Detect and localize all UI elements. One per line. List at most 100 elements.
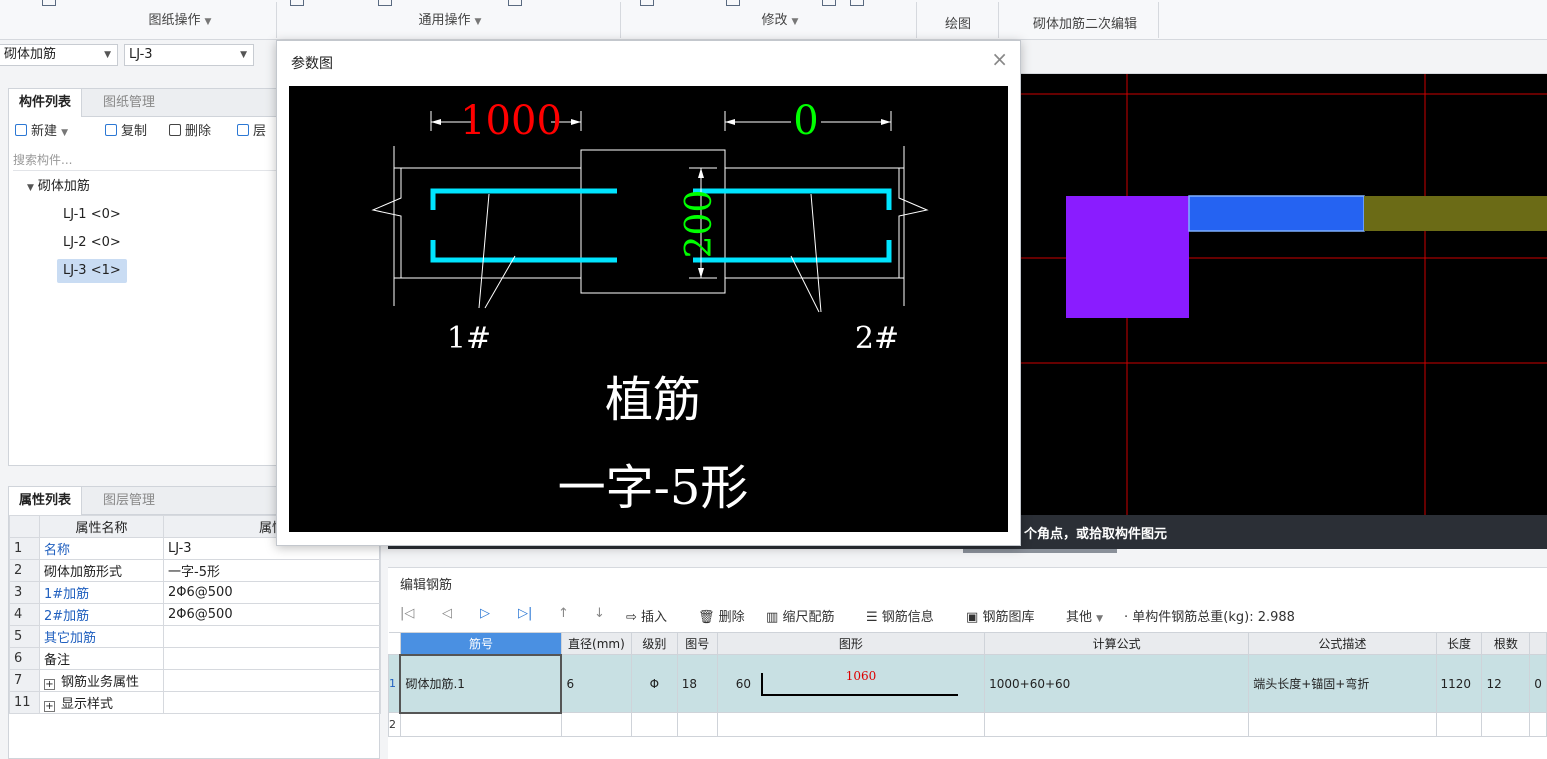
insert-button[interactable]: ⇨ 插入 xyxy=(626,606,667,625)
dialog-title: 参数图 xyxy=(291,56,333,72)
cell-diameter[interactable]: 6 xyxy=(560,654,632,713)
row-number: 11 xyxy=(9,691,40,714)
expand-icon[interactable]: + xyxy=(44,679,55,690)
rebar-library-button[interactable]: ▣ 钢筋图库 xyxy=(966,606,1034,625)
ribbon-group-general-ops[interactable]: 通用操作 ▼ xyxy=(350,10,550,32)
tab-component-list[interactable]: 构件列表 xyxy=(9,89,83,117)
rebar-line xyxy=(693,188,892,210)
tab-drawing-management[interactable]: 图纸管理 xyxy=(93,89,165,117)
table-row[interactable]: 2 砌体加筋形式 一字-5形 xyxy=(9,559,381,582)
next-record-button[interactable]: ▷ xyxy=(480,606,490,621)
table-row[interactable]: 3 1#加筋 2Φ6@500 xyxy=(9,581,381,604)
tool-icon[interactable] xyxy=(850,0,864,6)
splitter-handle[interactable] xyxy=(963,549,1117,553)
other-menu-button[interactable]: 其他 ▼ xyxy=(1066,606,1103,625)
table-row[interactable]: 7 + 钢筋业务属性 xyxy=(9,669,381,692)
cell-formula-desc[interactable]: 端头长度+锚固+弯折 xyxy=(1248,654,1437,713)
cell-extra[interactable]: 0 xyxy=(1529,654,1547,713)
property-value[interactable]: 2Φ6@500 xyxy=(163,581,381,604)
first-record-button[interactable]: |◁ xyxy=(400,606,414,621)
table-row[interactable]: 1 砌体加筋.1 6 Φ 18 60 1060 1000+60+60 端头长度+… xyxy=(388,653,1547,714)
ribbon-group-drawing-ops[interactable]: 图纸操作 ▼ xyxy=(80,10,280,32)
property-name[interactable]: + 钢筋业务属性 xyxy=(39,669,164,692)
type-select[interactable]: 砌体加筋 ▼ xyxy=(0,44,118,66)
ribbon-group-modify[interactable]: 修改 ▼ xyxy=(680,10,880,32)
cell-diameter[interactable] xyxy=(560,712,632,737)
cell-count[interactable]: 12 xyxy=(1481,654,1531,713)
cell-grade[interactable]: Φ xyxy=(630,654,678,713)
cell-count[interactable] xyxy=(1481,712,1531,737)
divider xyxy=(276,2,277,38)
leader-line xyxy=(810,193,822,313)
column-element[interactable] xyxy=(1066,196,1189,318)
cell-shape-no[interactable] xyxy=(676,712,718,737)
move-up-button[interactable]: ↑ xyxy=(558,606,569,621)
cell-bar-no[interactable]: 砌体加筋.1 xyxy=(399,653,563,714)
new-button[interactable]: 新建 ▼ xyxy=(15,123,68,141)
tool-icon[interactable] xyxy=(378,0,392,6)
prev-record-button[interactable]: ◁ xyxy=(442,606,452,621)
divider xyxy=(1158,2,1159,38)
property-value[interactable] xyxy=(163,625,381,648)
tool-icon[interactable] xyxy=(508,0,522,6)
layer-copy-button[interactable]: 层 xyxy=(237,123,266,141)
ribbon-group-secondary-edit[interactable]: 砌体加筋二次编辑 xyxy=(1010,14,1160,36)
table-row[interactable]: 5 其它加筋 xyxy=(9,625,381,648)
property-name[interactable]: + 显示样式 xyxy=(39,691,164,714)
cell-shape[interactable] xyxy=(716,712,986,737)
tab-layer-management[interactable]: 图层管理 xyxy=(93,487,165,515)
cell-grade[interactable] xyxy=(630,712,678,737)
component-select[interactable]: LJ-3 ▼ xyxy=(124,44,254,66)
tree-item-lj2[interactable]: LJ-2 <0> xyxy=(63,231,121,255)
tab-property-list[interactable]: 属性列表 xyxy=(9,487,83,515)
expand-icon[interactable]: + xyxy=(44,701,55,712)
cell-shape[interactable]: 60 1060 xyxy=(716,654,986,713)
scale-rebar-button[interactable]: ▥ 缩尺配筋 xyxy=(766,606,834,625)
row-number: 6 xyxy=(9,647,40,670)
property-value[interactable] xyxy=(163,647,381,670)
cell-shape-no[interactable]: 18 xyxy=(676,654,718,713)
cell-extra[interactable] xyxy=(1529,712,1547,737)
break-symbol xyxy=(898,168,929,278)
parameter-figure-svg: 1000 0 200 1# 2# 植筋 一字-5形 xyxy=(371,98,929,516)
drawing-canvas[interactable] xyxy=(1020,74,1547,515)
property-value[interactable]: 一字-5形 xyxy=(163,559,381,582)
delete-button[interactable]: 删除 xyxy=(169,123,211,141)
rebar-element[interactable] xyxy=(1188,195,1365,232)
cell-formula[interactable]: 1000+60+60 xyxy=(984,654,1250,713)
tree-item-lj3[interactable]: LJ-3 <1> xyxy=(57,259,127,283)
cell-bar-no[interactable] xyxy=(399,712,562,737)
cell-formula[interactable] xyxy=(984,712,1250,737)
copy-button[interactable]: 复制 xyxy=(105,123,147,141)
table-row[interactable]: 4 2#加筋 2Φ6@500 xyxy=(9,603,381,626)
last-record-button[interactable]: ▷| xyxy=(518,606,532,621)
cell-length[interactable] xyxy=(1435,712,1483,737)
tree-item-lj1[interactable]: LJ-1 <0> xyxy=(63,203,121,227)
table-row[interactable]: 11 + 显示样式 xyxy=(9,691,381,714)
tool-icon[interactable] xyxy=(42,0,56,6)
close-icon[interactable]: × xyxy=(991,47,1008,71)
move-down-button[interactable]: ↓ xyxy=(594,606,605,621)
rebar-label-2: 2# xyxy=(855,321,899,356)
property-value[interactable] xyxy=(163,669,381,692)
wall-element[interactable] xyxy=(1364,196,1547,231)
property-value[interactable]: 2Φ6@500 xyxy=(163,603,381,626)
tool-icon[interactable] xyxy=(726,0,740,6)
rebar-info-button[interactable]: ☰ 钢筋信息 xyxy=(866,606,934,625)
ribbon-group-draw[interactable]: 绘图 xyxy=(930,14,986,36)
table-row[interactable]: 6 备注 xyxy=(9,647,381,670)
layer-icon xyxy=(237,124,249,136)
property-value[interactable] xyxy=(163,691,381,714)
tree-root[interactable]: ▼ 砌体加筋 xyxy=(27,175,90,199)
tool-icon[interactable] xyxy=(822,0,836,6)
dim-arrow xyxy=(725,119,735,125)
cell-length[interactable]: 1120 xyxy=(1435,654,1483,713)
chevron-down-icon: ▼ xyxy=(104,50,111,60)
tool-icon[interactable] xyxy=(290,0,304,6)
ribbon: 图纸操作 ▼ 通用操作 ▼ 修改 ▼ 绘图 砌体加筋二次编辑 xyxy=(0,0,1547,40)
tool-icon[interactable] xyxy=(640,0,654,6)
delete-rebar-button[interactable]: 🗑 删除 xyxy=(698,606,745,625)
cell-formula-desc[interactable] xyxy=(1248,712,1437,737)
chevron-down-icon: ▼ xyxy=(1096,614,1104,624)
table-row[interactable]: 2 xyxy=(388,712,1547,737)
